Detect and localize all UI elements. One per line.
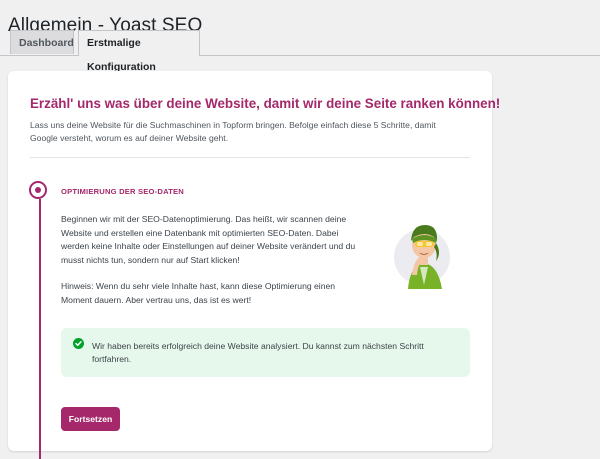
step-hint: Hinweis: Wenn du sehr viele Inhalte hast… bbox=[61, 281, 336, 305]
divider bbox=[30, 157, 470, 158]
step-timeline-line bbox=[39, 199, 41, 459]
success-message: Wir haben bereits erfolgreich deine Webs… bbox=[92, 341, 424, 364]
tab-erstmalige-konfiguration[interactable]: Erstmalige Konfiguration bbox=[78, 30, 200, 73]
step-title: OPTIMIERUNG DER SEO-DATEN bbox=[61, 187, 184, 196]
step-description: Beginnen wir mit der SEO-Datenoptimierun… bbox=[61, 214, 356, 265]
continue-button[interactable]: Fortsetzen bbox=[61, 407, 120, 431]
configuration-card: Erzähl' uns was über deine Website, dami… bbox=[8, 71, 500, 459]
step-active-icon bbox=[29, 181, 47, 199]
card-headline: Erzähl' uns was über deine Website, dami… bbox=[30, 96, 501, 111]
success-notice: Wir haben bereits erfolgreich deine Webs… bbox=[61, 328, 470, 377]
card-intro: Lass uns deine Website für die Suchmasch… bbox=[30, 120, 436, 143]
yoast-character-illustration bbox=[394, 225, 450, 289]
tab-bar: Dashboard Erstmalige Konfiguration bbox=[0, 30, 600, 73]
check-circle-icon bbox=[73, 338, 84, 349]
tab-dashboard[interactable]: Dashboard bbox=[10, 30, 74, 54]
